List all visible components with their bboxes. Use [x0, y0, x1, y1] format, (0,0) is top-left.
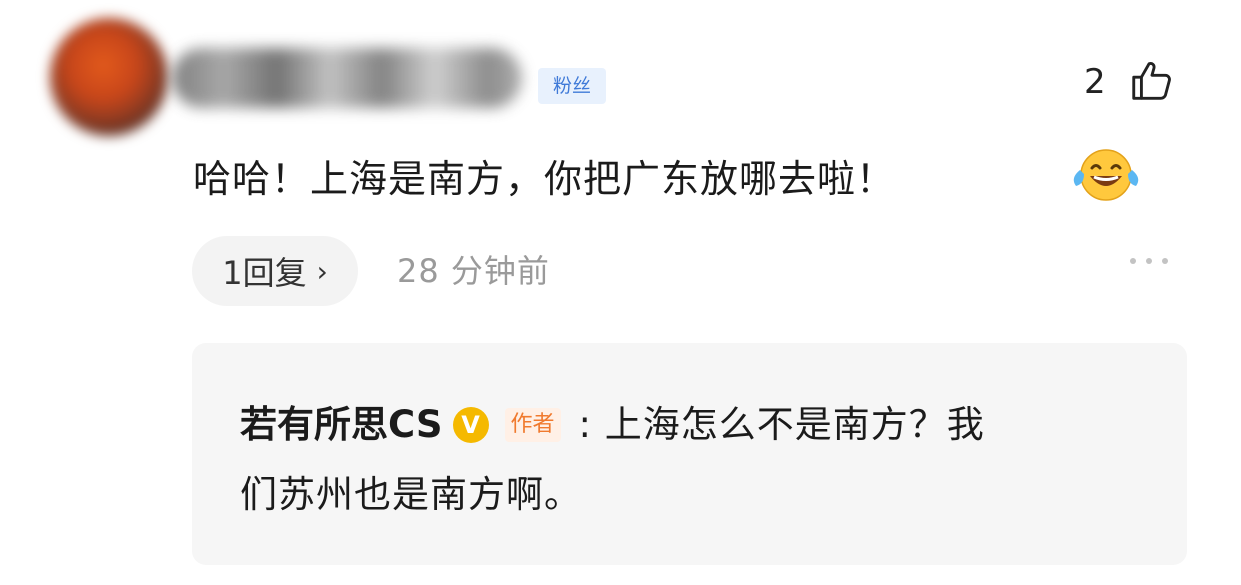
reply-line-1: 若有所思CS V 作者 : 上海怎么不是南方？我 [240, 398, 985, 452]
reply-text-line-2: 们苏州也是南方啊。 [240, 473, 582, 516]
reply-text-line-1: : 上海怎么不是南方？我 [578, 403, 985, 446]
reply-count-label: 1回复 [222, 254, 307, 292]
dot [1130, 258, 1136, 264]
view-replies-button[interactable]: 1回复 › [192, 236, 358, 306]
author-tag: 作者 [504, 408, 561, 442]
fan-badge: 粉丝 [538, 68, 606, 104]
reply-author-name[interactable]: 若有所思CS [240, 398, 443, 452]
thumbs-up-icon[interactable] [1128, 58, 1174, 104]
like-count: 2 [1084, 62, 1106, 102]
comment-text: 哈哈！上海是南方，你把广东放哪去啦！ [193, 157, 896, 201]
commenter-avatar[interactable] [50, 18, 168, 136]
commenter-username-blurred[interactable] [172, 48, 522, 108]
more-dots-icon[interactable] [1130, 258, 1168, 264]
dot [1162, 258, 1168, 264]
verified-badge-icon: V [452, 407, 489, 443]
comment-timestamp: 28 分钟前 [397, 252, 550, 290]
laughing-tears-emoji-icon [1073, 149, 1139, 201]
chevron-right-icon: › [316, 254, 328, 288]
reply-preview-box[interactable] [192, 343, 1187, 565]
dot [1146, 258, 1152, 264]
